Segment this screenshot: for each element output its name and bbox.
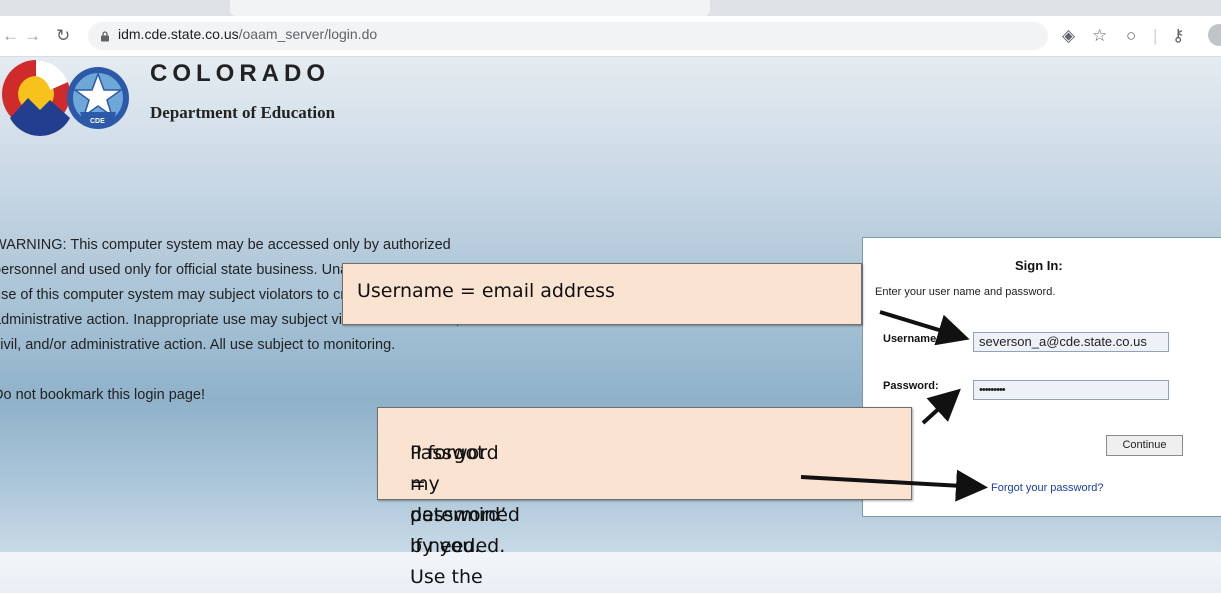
active-tab[interactable] xyxy=(230,0,710,16)
username-callout: Username = email address xyxy=(342,263,862,325)
toolbar-divider: | xyxy=(1153,26,1158,45)
profile-avatar[interactable] xyxy=(1208,24,1221,46)
tab-strip xyxy=(0,0,1221,16)
page-title: COLORADO xyxy=(150,60,330,87)
colorado-c-icon xyxy=(2,59,70,136)
cde-logo: CDE xyxy=(2,59,129,136)
forgot-password-link[interactable]: Forgot your password? xyxy=(991,482,1104,494)
password-callout-line: ‘I forgot my password’ if needed. xyxy=(410,442,507,557)
username-callout-text: Username = email address xyxy=(357,280,615,302)
password-label: Password: xyxy=(883,380,939,392)
signin-panel: Sign In: Enter your user name and passwo… xyxy=(862,237,1221,517)
lock-icon xyxy=(101,31,109,42)
browser-toolbar: ← → ↻ idm.cde.state.co.us/oaam_server/lo… xyxy=(0,16,1221,57)
continue-button[interactable]: Continue xyxy=(1106,435,1183,456)
url-path: /oaam_server/login.do xyxy=(238,26,378,42)
bookmark-star-icon[interactable]: ☆ xyxy=(1092,26,1107,46)
signin-title: Sign In: xyxy=(1015,258,1063,273)
warning-line: civil, and/or administrative action. All… xyxy=(0,337,396,353)
reload-icon[interactable]: ↻ xyxy=(56,26,70,46)
username-label: Username: xyxy=(883,333,940,345)
warning-line: WARNING: This computer system may be acc… xyxy=(0,237,451,253)
location-target-icon[interactable]: ◈ xyxy=(1062,26,1075,46)
url-text[interactable]: idm.cde.state.co.us/oaam_server/login.do xyxy=(118,26,377,42)
back-arrow-icon[interactable]: ← xyxy=(2,26,19,46)
cde-badge-text: CDE xyxy=(90,118,105,125)
forward-arrow-icon[interactable]: → xyxy=(24,26,41,46)
page-subtitle: Department of Education xyxy=(150,103,336,122)
password-callout: Password = determined by you. Use the ‘I … xyxy=(377,407,912,588)
key-icon[interactable]: ⚷ xyxy=(1172,26,1184,46)
url-host: idm.cde.state.co.us xyxy=(118,26,239,42)
password-input[interactable]: ••••••••• xyxy=(973,380,1169,400)
username-input[interactable]: severson_a@cde.state.co.us xyxy=(973,332,1169,352)
bookmark-warning: Do not bookmark this login page! xyxy=(0,387,205,403)
extension-circle-icon[interactable]: ○ xyxy=(1126,26,1136,46)
signin-intro: Enter your user name and password. xyxy=(875,286,1056,298)
